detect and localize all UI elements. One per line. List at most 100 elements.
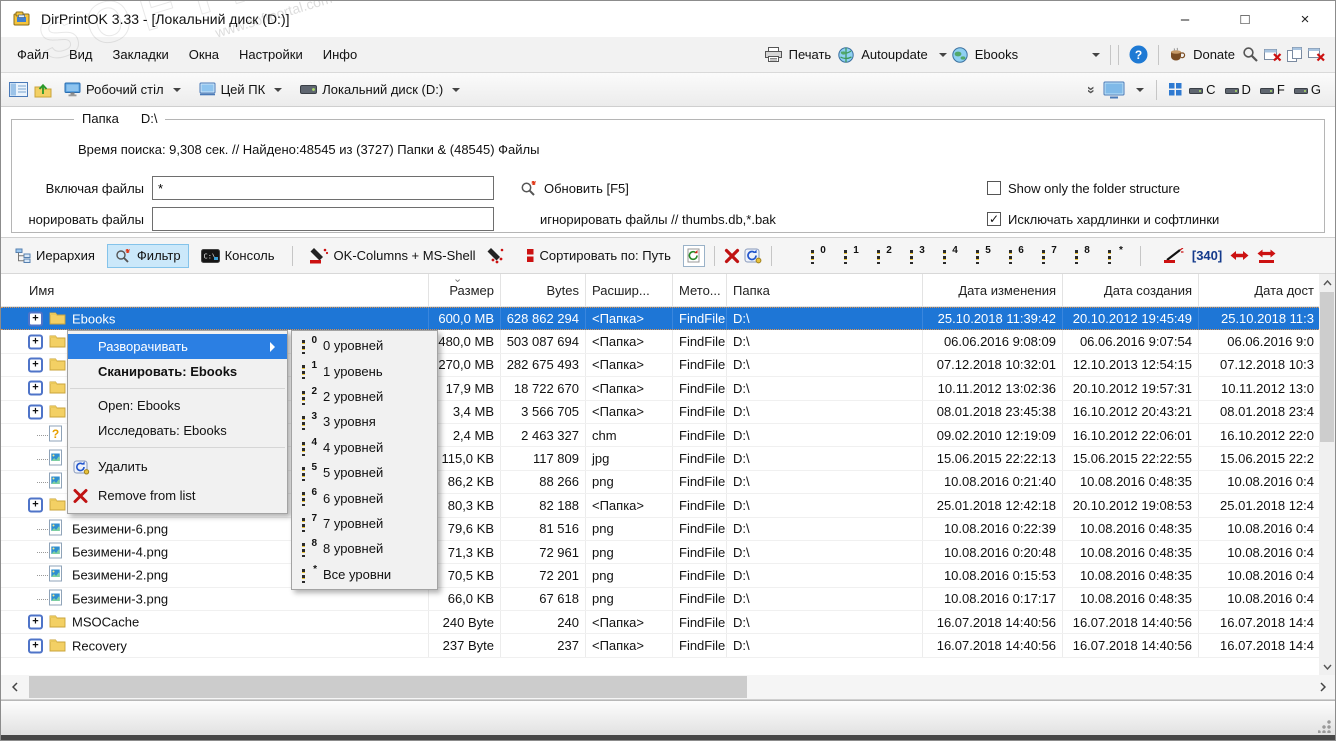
table-row-Безимени-2.png[interactable]: Безимени-2.png 70,5 KB 72 201 png FindFile D:… [1, 564, 1321, 588]
menu-item-windows[interactable]: Окна [179, 42, 229, 68]
menu-item-view[interactable]: Вид [59, 42, 103, 68]
search-icon[interactable] [1242, 46, 1259, 63]
swap-columns-arrow-icon[interactable] [1230, 249, 1249, 262]
level-button-4[interactable]: 4 [936, 245, 961, 266]
this-pc-button[interactable]: Цей ПК [193, 80, 289, 99]
autoupdate-button[interactable]: Autoupdate [861, 47, 928, 62]
ebooks-combo-value[interactable]: Ebooks [975, 47, 1018, 62]
copy-pages-icon[interactable] [1287, 47, 1303, 62]
autoupdate-caret-icon[interactable] [938, 52, 947, 61]
exclude-hardlinks-checkbox[interactable]: ✓ Исключать хардлинки и софтлинки [987, 212, 1219, 227]
recycle-refresh-icon[interactable] [744, 247, 762, 264]
up-folder-icon[interactable] [34, 82, 52, 98]
menu-item-bookmarks[interactable]: Закладки [103, 42, 179, 68]
donate-button[interactable]: Donate [1193, 47, 1235, 62]
expand-toggle-icon[interactable]: + [28, 334, 43, 350]
drive-d[interactable]: D [1224, 82, 1251, 97]
table-row-Безимени-3.png[interactable]: Безимени-3.png 66,0 KB 67 618 png FindFile D:… [1, 587, 1321, 612]
expand-toggle-icon[interactable]: + [28, 380, 43, 396]
submenu-item-0-levels[interactable]: 0 0 уровней [292, 333, 437, 358]
submenu-item-6-levels[interactable]: 6 6 уровней [292, 485, 437, 510]
submenu-item-8-levels[interactable]: 8 8 уровней [292, 536, 437, 561]
ebooks-combo-caret-icon[interactable] [1092, 52, 1101, 61]
panel-view-icon[interactable] [9, 82, 28, 97]
scroll-right-icon[interactable] [1311, 675, 1335, 699]
column-header-4[interactable]: Мето... [673, 274, 727, 306]
column-header-0[interactable]: Имя [1, 274, 429, 306]
context-menu-item-delete[interactable]: Удалить [68, 452, 287, 481]
vertical-scroll-thumb[interactable] [1320, 292, 1334, 442]
context-menu-item-explore[interactable]: Исследовать: Ebooks [68, 418, 287, 443]
expand-toggle-icon[interactable]: + [28, 638, 43, 654]
vertical-scrollbar[interactable] [1319, 274, 1335, 675]
column-header-1[interactable]: Размер [429, 274, 501, 306]
desktop-location-button[interactable]: Робочий стіл [58, 80, 187, 99]
print-button[interactable]: Печать [789, 47, 832, 62]
level-button-1[interactable]: 1 [837, 245, 862, 266]
column-header-2[interactable]: Bytes [501, 274, 586, 306]
table-row-Безимени-6.png[interactable]: Безимени-6.png 79,6 KB 81 516 png FindFile D:… [1, 517, 1321, 541]
column-header-5[interactable]: Папка [727, 274, 923, 306]
column-header-6[interactable]: Дата изменения [923, 274, 1063, 306]
context-menu-item-scan[interactable]: Сканировать: Ebooks [68, 359, 287, 384]
submenu-item-7-levels[interactable]: 7 7 уровней [292, 511, 437, 536]
monitor-caret-icon[interactable] [1136, 87, 1145, 96]
menu-item-file[interactable]: Файл [7, 42, 59, 68]
wand-icon[interactable] [1163, 248, 1184, 263]
level-button-all[interactable]: * [1101, 245, 1126, 266]
scroll-up-icon[interactable] [1319, 274, 1335, 291]
clear-list-red-x-icon[interactable] [724, 248, 740, 264]
table-row-Recovery[interactable]: + Recovery 237 Byte 237 <Папка> FindFile D:\ 16… [1, 634, 1321, 658]
submenu-item-4-levels[interactable]: 4 4 уровней [292, 435, 437, 460]
context-menu-item-open[interactable]: Open: Ebooks [68, 393, 287, 418]
more-toolbar-chevron-icon[interactable]: » [1084, 86, 1100, 94]
expand-toggle-icon[interactable]: + [28, 404, 43, 420]
sort-by-button[interactable]: Сортировать по: Путь [518, 244, 679, 267]
close-button[interactable]: × [1275, 1, 1335, 37]
minimize-button[interactable]: – [1155, 1, 1215, 37]
column-header-7[interactable]: Дата создания [1063, 274, 1199, 306]
expand-toggle-icon[interactable]: + [28, 497, 43, 513]
expand-toggle-icon[interactable]: + [28, 614, 43, 630]
level-button-8[interactable]: 8 [1068, 245, 1093, 266]
submenu-item-3-levels[interactable]: 3 3 уровня [292, 409, 437, 434]
menu-item-settings[interactable]: Настройки [229, 42, 313, 68]
expand-toggle-icon[interactable]: + [28, 357, 43, 373]
show-folder-structure-checkbox[interactable]: Show only the folder structure [987, 181, 1180, 196]
remove-red-x-icon[interactable] [1308, 47, 1325, 62]
include-files-input[interactable] [152, 176, 494, 200]
drive-grid-icon[interactable] [1169, 83, 1182, 96]
local-disk-button[interactable]: Локальний диск (D:) [294, 80, 466, 99]
level-button-6[interactable]: 6 [1002, 245, 1027, 266]
table-row-Безимени-4.png[interactable]: Безимени-4.png 71,3 KB 72 961 png FindFile D:… [1, 540, 1321, 565]
submenu-item-1-levels[interactable]: 1 1 уровень [292, 358, 437, 383]
level-button-2[interactable]: 2 [870, 245, 895, 266]
tab-filter[interactable]: Фильтр [106, 243, 189, 268]
tab-console[interactable]: C:\ Консоль [193, 244, 283, 267]
context-menu-item-expand[interactable]: Разворачивать [68, 334, 287, 359]
tab-hierarchy[interactable]: Иерархия [7, 244, 103, 267]
refresh-button[interactable]: Обновить [F5] [520, 180, 629, 197]
help-icon[interactable]: ? [1129, 45, 1148, 64]
table-row-Ebooks[interactable]: + Ebooks 600,0 MB 628 862 294 <Папка> FindFil… [1, 307, 1321, 331]
ignore-files-input[interactable] [152, 207, 494, 231]
ok-columns-button[interactable]: OK-Columns + MS-Shell [302, 243, 514, 268]
horizontal-scrollbar[interactable] [1, 675, 1335, 700]
level-button-0[interactable]: 0 [804, 245, 829, 266]
scroll-down-icon[interactable] [1319, 658, 1335, 675]
refresh-list-icon[interactable] [682, 244, 705, 267]
resize-grip[interactable] [1318, 720, 1331, 733]
submenu-item-5-levels[interactable]: 5 5 уровней [292, 460, 437, 485]
column-header-8[interactable]: Дата дост [1199, 274, 1321, 306]
expand-toggle-icon[interactable]: + [28, 311, 43, 327]
menu-item-info[interactable]: Инфо [313, 42, 367, 68]
monitor-icon[interactable] [1103, 81, 1125, 99]
submenu-item-2-levels[interactable]: 2 2 уровней [292, 384, 437, 409]
swap-columns-arrow-base-icon[interactable] [1257, 248, 1276, 264]
drive-g[interactable]: G [1293, 82, 1321, 97]
level-button-3[interactable]: 3 [903, 245, 928, 266]
table-row-MSOCache[interactable]: + MSOCache 240 Byte 240 <Папка> FindFile D:\ 16… [1, 611, 1321, 635]
close-window-red-x-icon[interactable] [1264, 47, 1282, 62]
column-header-3[interactable]: Расшир... [586, 274, 673, 306]
level-button-7[interactable]: 7 [1035, 245, 1060, 266]
